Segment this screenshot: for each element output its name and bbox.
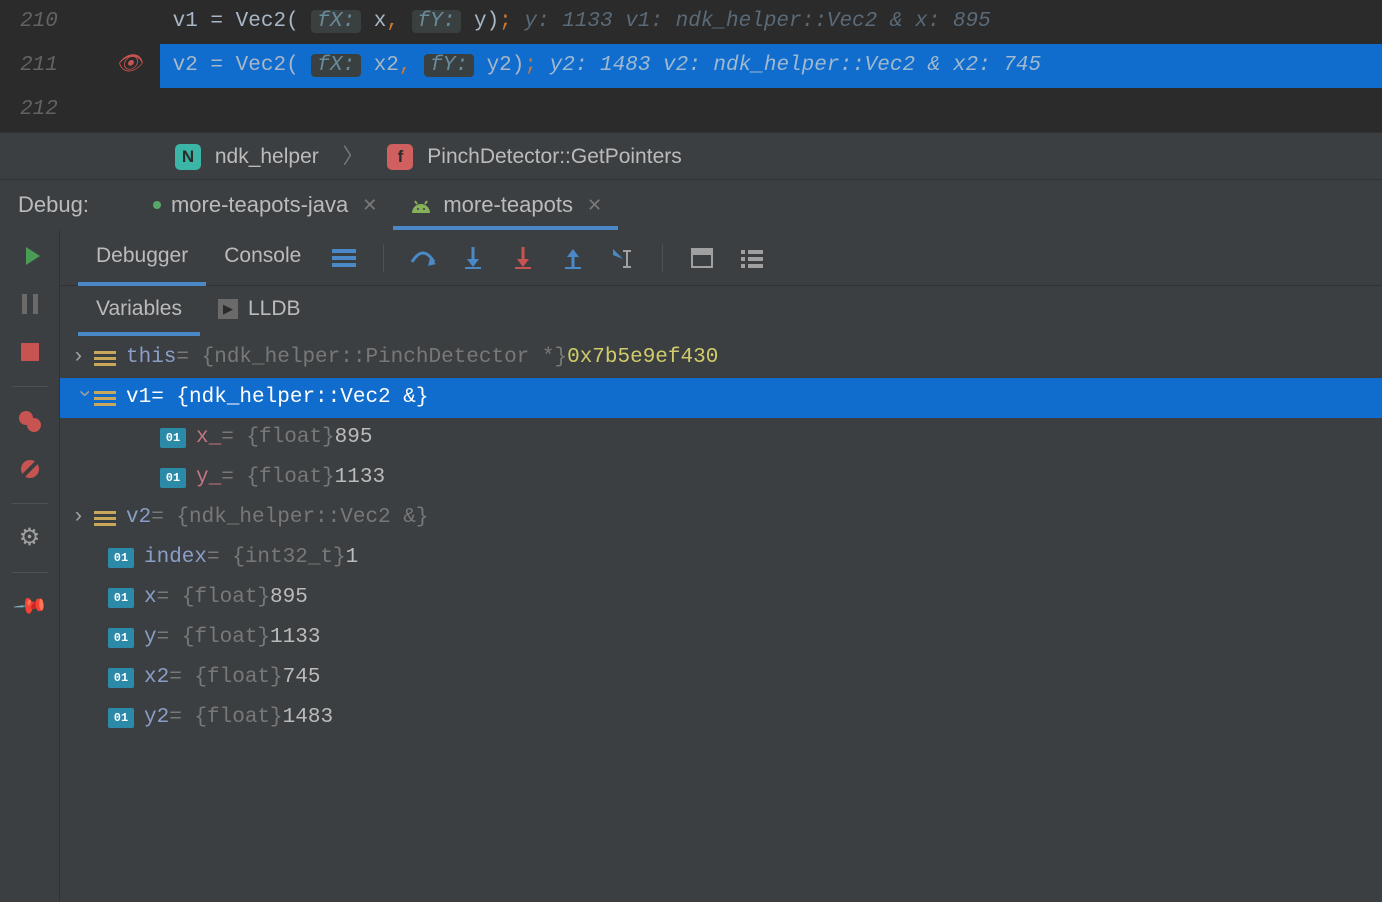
separator: [662, 244, 663, 272]
tab-lldb[interactable]: ▶LLDB: [200, 286, 319, 336]
function-icon: f: [387, 144, 413, 170]
expand-icon[interactable]: ›: [72, 498, 94, 538]
breadcrumb[interactable]: N ndk_helper 〉 f PinchDetector::GetPoint…: [0, 132, 1382, 180]
var-this[interactable]: › this = {ndk_helper::PinchDetector *} 0…: [60, 338, 1382, 378]
collapse-icon[interactable]: ›: [63, 387, 103, 409]
stop-button[interactable]: [16, 338, 44, 366]
separator: [12, 503, 48, 504]
watch-icon: 👁: [116, 54, 143, 77]
primitive-icon: 01: [160, 468, 186, 488]
var-v1-x[interactable]: 01 x_ = {float} 895: [60, 418, 1382, 458]
mute-breakpoints-button[interactable]: [16, 455, 44, 483]
code-line-211-current[interactable]: 211👁 v2 = Vec2( fX: x2, fY: y2); y2: 148…: [0, 44, 1382, 88]
caret-right-icon: ▶: [218, 299, 238, 319]
tab-variables[interactable]: Variables: [78, 286, 200, 336]
expand-icon[interactable]: ›: [72, 338, 94, 378]
line-number: 210: [0, 0, 160, 44]
var-v2[interactable]: › v2 = {ndk_helper::Vec2 &}: [60, 498, 1382, 538]
primitive-icon: 01: [108, 548, 134, 568]
close-icon[interactable]: ✕: [362, 180, 377, 230]
step-out-button[interactable]: [558, 243, 588, 273]
var-y2[interactable]: 01 y2 = {float} 1483: [60, 698, 1382, 738]
step-over-button[interactable]: [408, 243, 438, 273]
code-content: v1 = Vec2( fX: x, fY: y); y: 1133 v1: nd…: [173, 0, 991, 44]
variables-tree[interactable]: › this = {ndk_helper::PinchDetector *} 0…: [60, 336, 1382, 902]
android-icon: [409, 197, 433, 213]
settings-button[interactable]: ⚙: [16, 524, 44, 552]
separator: [383, 244, 384, 272]
var-index[interactable]: 01 index = {int32_t} 1: [60, 538, 1382, 578]
running-indicator-icon: [153, 201, 161, 209]
close-icon[interactable]: ✕: [587, 180, 602, 230]
primitive-icon: 01: [160, 428, 186, 448]
tab-console[interactable]: Console: [206, 230, 319, 286]
chevron-right-icon: 〉: [343, 145, 364, 168]
namespace-icon: N: [175, 144, 201, 170]
debugger-subtabs: Variables ▶LLDB: [60, 286, 1382, 336]
tab-debugger[interactable]: Debugger: [78, 230, 206, 286]
primitive-icon: 01: [108, 628, 134, 648]
separator: [12, 386, 48, 387]
primitive-icon: 01: [108, 588, 134, 608]
debug-control-sidebar: ⚙ 📌: [0, 230, 60, 902]
primitive-icon: 01: [108, 708, 134, 728]
debug-tab-java[interactable]: more-teapots-java ✕: [137, 180, 393, 230]
primitive-icon: 01: [108, 668, 134, 688]
breakpoints-button[interactable]: [16, 407, 44, 435]
debug-title: Debug:: [18, 180, 89, 230]
separator: [12, 572, 48, 573]
step-into-button[interactable]: [458, 243, 488, 273]
var-v1[interactable]: › v1 = {ndk_helper::Vec2 &}: [60, 378, 1382, 418]
var-x[interactable]: 01 x = {float} 895: [60, 578, 1382, 618]
var-y[interactable]: 01 y = {float} 1133: [60, 618, 1382, 658]
struct-icon: [94, 509, 116, 527]
line-number: 211👁: [0, 44, 160, 88]
code-content: v2 = Vec2( fX: x2, fY: y2); y2: 1483 v2:…: [173, 44, 1041, 88]
debugger-toolbar: Debugger Console: [60, 230, 1382, 286]
struct-icon: [94, 349, 116, 367]
pin-button[interactable]: 📌: [10, 587, 49, 626]
evaluate-expression-button[interactable]: [687, 243, 717, 273]
code-line-210[interactable]: 210 v1 = Vec2( fX: x, fY: y); y: 1133 v1…: [0, 0, 1382, 44]
debug-tab-native[interactable]: more-teapots ✕: [393, 180, 618, 230]
debug-panel-header: Debug: more-teapots-java ✕ more-teapots …: [0, 180, 1382, 230]
trace-button[interactable]: [737, 243, 767, 273]
breadcrumb-namespace[interactable]: ndk_helper: [215, 145, 319, 168]
breadcrumb-function[interactable]: PinchDetector::GetPointers: [427, 145, 681, 168]
code-editor[interactable]: 210 v1 = Vec2( fX: x, fY: y); y: 1133 v1…: [0, 0, 1382, 132]
pause-button[interactable]: [16, 290, 44, 318]
var-x2[interactable]: 01 x2 = {float} 745: [60, 658, 1382, 698]
resume-button[interactable]: [16, 242, 44, 270]
run-to-cursor-button[interactable]: [608, 243, 638, 273]
line-number: 212: [0, 88, 160, 132]
force-step-into-button[interactable]: [508, 243, 538, 273]
var-v1-y[interactable]: 01 y_ = {float} 1133: [60, 458, 1382, 498]
code-line-212[interactable]: 212: [0, 88, 1382, 132]
threads-icon[interactable]: [329, 243, 359, 273]
